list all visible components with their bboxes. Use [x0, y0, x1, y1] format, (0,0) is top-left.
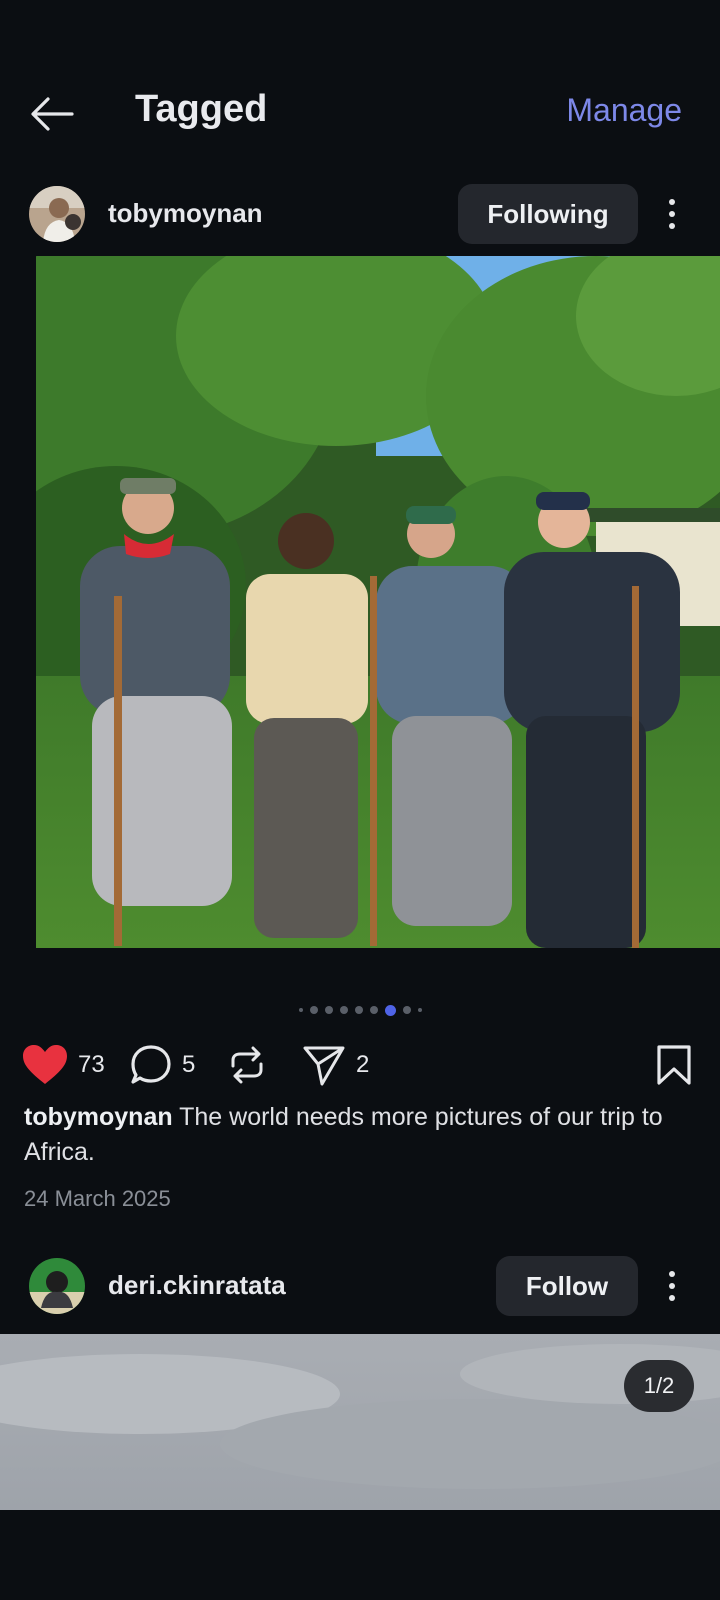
post-date: 24 March 2025 — [24, 1186, 171, 1211]
top-bar: Tagged Manage — [0, 60, 720, 164]
caption-username[interactable]: tobymoynan — [24, 1103, 173, 1131]
share-action[interactable]: 2 — [302, 1040, 369, 1090]
page-title: Tagged — [135, 88, 268, 130]
bookmark-icon[interactable] — [656, 1044, 692, 1086]
repost-icon[interactable] — [228, 1044, 266, 1086]
comment-count: 5 — [182, 1051, 196, 1078]
post-image[interactable]: 1/2 — [0, 1334, 720, 1510]
avatar[interactable] — [29, 186, 85, 242]
carousel-dot — [309, 1006, 318, 1014]
comment-icon[interactable] — [130, 1044, 172, 1086]
post-actions: 73 5 2 — [0, 1040, 720, 1090]
comment-action[interactable]: 5 — [130, 1040, 195, 1090]
post-image[interactable] — [36, 256, 720, 948]
carousel-dot-active — [384, 1004, 396, 1016]
carousel-indicator — [0, 1004, 720, 1016]
carousel-dot — [298, 1008, 303, 1012]
heart-icon[interactable] — [22, 1044, 68, 1086]
like-count: 73 — [78, 1051, 105, 1078]
carousel-dot — [324, 1006, 333, 1014]
username[interactable]: tobymoynan — [108, 198, 263, 229]
post-caption: tobymoynan The world needs more pictures… — [24, 1100, 700, 1170]
bookmark-action[interactable] — [656, 1040, 692, 1090]
repost-action[interactable] — [228, 1040, 266, 1090]
share-count: 2 — [356, 1051, 370, 1078]
more-options-icon[interactable] — [662, 1268, 682, 1304]
carousel-dot — [354, 1006, 363, 1014]
username[interactable]: deri.ckinratata — [108, 1270, 286, 1301]
post-header: deri.ckinratata Follow — [0, 1254, 720, 1318]
manage-link[interactable]: Manage — [566, 92, 682, 129]
more-options-icon[interactable] — [662, 196, 682, 232]
carousel-dot — [369, 1006, 378, 1014]
carousel-dot — [417, 1008, 422, 1012]
avatar[interactable] — [29, 1258, 85, 1314]
following-button[interactable]: Following — [458, 184, 638, 244]
follow-button[interactable]: Follow — [496, 1256, 638, 1316]
media-page-badge: 1/2 — [624, 1360, 694, 1412]
like-action[interactable]: 73 — [22, 1040, 105, 1090]
carousel-dot — [339, 1006, 348, 1014]
carousel-dot — [402, 1006, 411, 1014]
post-header: tobymoynan Following — [0, 182, 720, 246]
back-arrow-icon[interactable] — [28, 90, 76, 138]
send-icon[interactable] — [302, 1044, 346, 1086]
